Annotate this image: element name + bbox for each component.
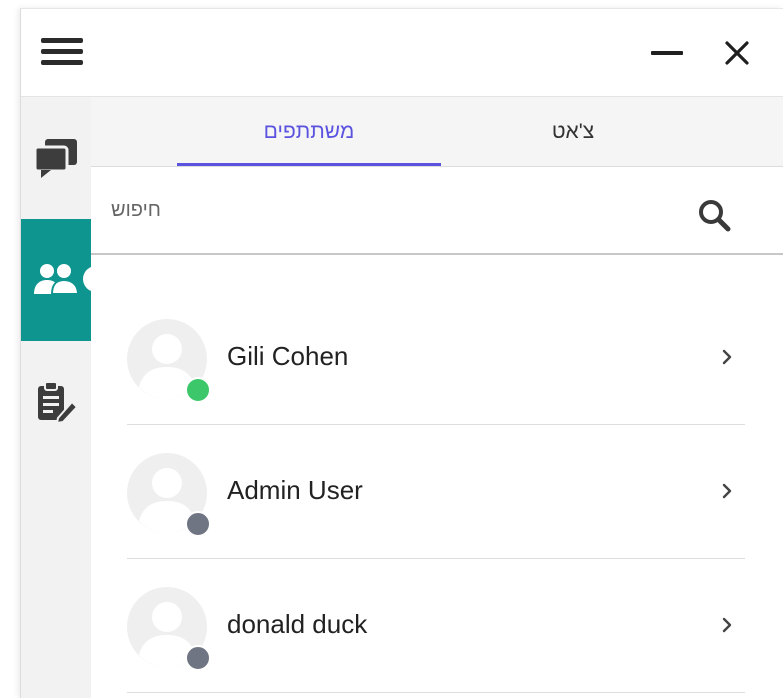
chevron-right-icon (722, 617, 732, 633)
users-icon (34, 264, 79, 295)
tab-participants[interactable]: משתתפים (177, 97, 441, 167)
chat-bubbles-icon (33, 139, 77, 178)
chevron-right-icon (722, 349, 732, 365)
close-icon[interactable] (721, 37, 753, 69)
tab-bar: משתתפים צ'אט (91, 97, 783, 167)
rail-item-notes[interactable] (21, 341, 91, 463)
search-icon[interactable] (695, 197, 735, 237)
list-item[interactable]: Admin User (127, 425, 745, 559)
search-bar (91, 167, 783, 255)
participants-panel: משתתפים צ'אט Gili Cohen (20, 8, 783, 698)
hamburger-menu-icon[interactable] (41, 38, 83, 68)
list-item[interactable]: Gili Cohen (127, 291, 745, 425)
minimize-icon[interactable] (651, 41, 683, 65)
participant-name: donald duck (227, 609, 368, 639)
rail-item-participants[interactable] (21, 219, 99, 341)
participant-name: Gili Cohen (227, 341, 349, 371)
main-content: משתתפים צ'אט Gili Cohen (91, 97, 783, 698)
side-rail (21, 97, 99, 698)
list-item[interactable]: donald duck (127, 559, 745, 693)
chevron-right-icon (722, 483, 732, 499)
rail-item-chat[interactable] (21, 97, 91, 219)
participant-name: Admin User (227, 475, 363, 505)
search-input[interactable] (111, 187, 671, 233)
panel-header (21, 9, 783, 97)
status-offline-indicator (185, 511, 211, 537)
tab-chat[interactable]: צ'אט (441, 97, 705, 167)
status-offline-indicator (185, 645, 211, 671)
clipboard-edit-icon (38, 381, 78, 424)
status-online-indicator (185, 377, 211, 403)
